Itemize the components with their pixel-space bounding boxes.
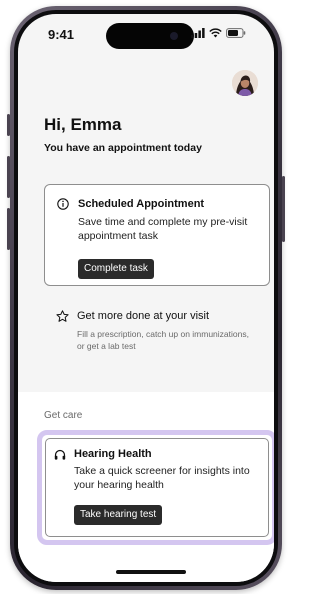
phone-frame: 9:41 Hi, Emma You have an appointment to… (7, 6, 285, 590)
avatar[interactable] (232, 70, 258, 96)
status-time: 9:41 (48, 27, 75, 42)
volume-up-button (7, 156, 10, 198)
status-bar: 9:41 (18, 14, 274, 58)
wifi-icon (209, 28, 222, 38)
get-care-section: Get care Hearing Health Take a quick scr… (18, 392, 274, 582)
signal-icon (191, 28, 205, 38)
appointment-card-title: Scheduled Appointment (78, 198, 205, 210)
app-screen: 9:41 Hi, Emma You have an appointment to… (18, 14, 274, 582)
camera-icon (170, 32, 178, 40)
greeting-heading: Hi, Emma (44, 115, 122, 134)
mute-switch (7, 114, 10, 136)
appointment-card-description: Save time and complete my pre-visit appo… (78, 216, 248, 242)
scheduled-appointment-card[interactable]: Scheduled Appointment Save time and comp… (44, 184, 270, 286)
get-care-label: Get care (44, 410, 83, 421)
dynamic-island (106, 23, 194, 49)
hearing-card-highlight: Hearing Health Take a quick screener for… (37, 430, 274, 545)
power-button (282, 176, 285, 242)
info-icon (57, 198, 69, 210)
star-icon (56, 310, 69, 322)
hearing-card-description: Take a quick screener for insights into … (74, 465, 250, 491)
home-indicator[interactable] (116, 570, 186, 574)
headphones-icon (54, 449, 66, 460)
hearing-card-title: Hearing Health (74, 448, 152, 460)
hearing-health-card[interactable]: Hearing Health Take a quick screener for… (45, 438, 269, 537)
battery-icon (226, 28, 246, 38)
visit-prompt-title: Get more done at your visit (77, 310, 210, 322)
appointment-notice: You have an appointment today (44, 142, 202, 154)
complete-task-button[interactable]: Complete task (78, 259, 154, 279)
take-hearing-test-button[interactable]: Take hearing test (74, 505, 163, 525)
status-icons (191, 27, 246, 39)
avatar-photo-icon (232, 70, 258, 96)
visit-prompt-description: Fill a prescription, catch up on immuniz… (77, 329, 249, 351)
volume-down-button (7, 208, 10, 250)
